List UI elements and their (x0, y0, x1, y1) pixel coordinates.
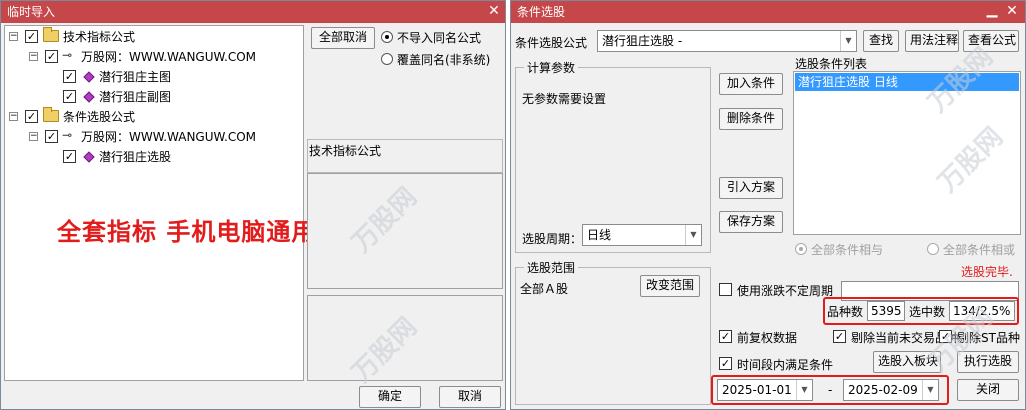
range-group: 选股范围 全部Ａ股 改变范围 (515, 259, 711, 405)
remove-condition-button[interactable]: 删除条件 (719, 108, 783, 130)
condition-dialog-titlebar: 条件选股 (511, 1, 1025, 23)
tech-group-label[interactable]: 技术指标公式 (63, 28, 135, 45)
range-title: 选股范围 (524, 259, 579, 276)
use-period-label[interactable]: 使用涨跌不定周期 (737, 282, 833, 299)
overwrite-label[interactable]: 覆盖同名(非系统) (397, 51, 490, 68)
deselect-all-button[interactable]: 全部取消 (311, 27, 375, 49)
calc-params-group: 计算参数 无参数需要设置 选股周期： 日线 ▼ (515, 59, 711, 253)
formula-icon (83, 71, 95, 83)
time-range-checkbox[interactable]: ✓ (719, 357, 732, 370)
period-select-value: 日线 (587, 228, 612, 242)
cond-item-1-label[interactable]: 潜行狙庄选股 (99, 148, 171, 165)
date-to-value: 2025-02-09 (848, 383, 918, 397)
use-period-checkbox[interactable] (719, 283, 732, 296)
date-from-value: 2025-01-01 (722, 383, 792, 397)
tech-item-2-checkbox[interactable]: ✓ (63, 90, 76, 103)
no-params-text: 无参数需要设置 (522, 92, 607, 106)
expander-icon[interactable]: − (9, 112, 18, 121)
formula-tree[interactable]: − ✓ 技术指标公式 − ✓ ⊸ 万股网：WWW.WANGUW.COM ✓ 潜行… (4, 25, 315, 381)
range-value: 全部Ａ股 (520, 282, 569, 296)
period-label: 选股周期： (522, 232, 583, 246)
expander-icon[interactable]: − (9, 32, 18, 41)
formula-info-box: 技术指标公式 (307, 139, 503, 173)
time-range-label[interactable]: 时间段内满足条件 (737, 356, 833, 373)
close-button[interactable]: 关闭 (957, 379, 1019, 401)
tech-item-2-label[interactable]: 潜行狙庄副图 (99, 88, 171, 105)
import-plan-button[interactable]: 引入方案 (719, 177, 783, 199)
formula-info-label: 技术指标公式 (309, 144, 382, 158)
tech-source-checkbox[interactable]: ✓ (45, 50, 58, 63)
formula-icon (83, 91, 95, 103)
count-value: 5395 (867, 301, 905, 321)
date-separator: - (828, 383, 833, 397)
selected-label: 选中数 (909, 305, 946, 319)
promo-text: 全套指标 手机电脑通用 (57, 218, 317, 246)
date-to-picker[interactable]: 2025-02-09 ▼ (843, 379, 939, 401)
key-icon: ⊸ (62, 48, 73, 62)
formula-label: 条件选股公式 (515, 36, 588, 50)
minimize-icon[interactable]: ▁ (983, 1, 1001, 23)
all-and-radio[interactable] (795, 243, 807, 255)
tech-source-label[interactable]: 万股网：WWW.WANGUW.COM (81, 48, 256, 65)
change-range-button[interactable]: 改变范围 (640, 275, 700, 297)
expander-icon[interactable]: − (29, 52, 38, 61)
formula-icon (83, 151, 95, 163)
all-and-label[interactable]: 全部条件相与 (811, 241, 883, 258)
key-icon: ⊸ (62, 128, 73, 142)
formula-select-value: 潜行狙庄选股 - (602, 34, 683, 48)
formula-select[interactable]: 潜行狙庄选股 - ▼ (597, 30, 857, 52)
folder-icon (43, 107, 59, 122)
chevron-down-icon[interactable]: ▼ (922, 380, 938, 400)
usage-note-button[interactable]: 用法注释 (905, 30, 959, 52)
condition-list-title: 选股条件列表 (795, 57, 868, 71)
save-plan-button[interactable]: 保存方案 (719, 211, 783, 233)
all-or-radio[interactable] (927, 243, 939, 255)
condition-list-item-label: 潜行狙庄选股 日线 (798, 75, 898, 89)
import-dialog-title: 临时导入 (7, 5, 56, 19)
import-dialog-titlebar: 临时导入 (1, 1, 505, 23)
expander-icon[interactable]: − (29, 132, 38, 141)
add-condition-button[interactable]: 加入条件 (719, 73, 783, 95)
close-icon[interactable]: ✕ (1003, 1, 1021, 23)
import-dialog: 临时导入 ✕ − ✓ 技术指标公式 − ✓ ⊸ 万股网：WWW.WANGUW.C… (0, 0, 506, 410)
folder-icon (43, 27, 59, 42)
pre-adjust-label[interactable]: 前复权数据 (737, 329, 797, 346)
count-label: 品种数 (827, 305, 864, 319)
cond-source-label[interactable]: 万股网：WWW.WANGUW.COM (81, 128, 256, 145)
chevron-down-icon[interactable]: ▼ (840, 31, 856, 51)
chevron-down-icon[interactable]: ▼ (796, 380, 812, 400)
status-text: 选股完毕. (961, 265, 1013, 279)
calc-params-title: 计算参数 (524, 59, 579, 76)
cancel-button[interactable]: 取消 (439, 386, 501, 408)
condition-dialog-title: 条件选股 (517, 5, 566, 19)
no-import-label[interactable]: 不导入同名公式 (397, 29, 481, 46)
chevron-down-icon[interactable]: ▼ (685, 225, 701, 245)
no-import-radio[interactable] (381, 31, 393, 43)
tech-group-checkbox[interactable]: ✓ (25, 30, 38, 43)
find-button[interactable]: 查找 (863, 30, 899, 52)
pre-adjust-checkbox[interactable]: ✓ (719, 330, 732, 343)
tech-item-1-checkbox[interactable]: ✓ (63, 70, 76, 83)
close-icon[interactable]: ✕ (485, 1, 503, 23)
exclude-untraded-checkbox[interactable]: ✓ (833, 330, 846, 343)
period-select[interactable]: 日线 ▼ (582, 224, 702, 246)
overwrite-radio[interactable] (381, 53, 393, 65)
cond-group-checkbox[interactable]: ✓ (25, 110, 38, 123)
cond-group-label[interactable]: 条件选股公式 (63, 108, 135, 125)
tech-item-1-label[interactable]: 潜行狙庄主图 (99, 68, 171, 85)
date-from-picker[interactable]: 2025-01-01 ▼ (717, 379, 813, 401)
cond-item-1-checkbox[interactable]: ✓ (63, 150, 76, 163)
all-or-label[interactable]: 全部条件相或 (943, 241, 1015, 258)
cond-source-checkbox[interactable]: ✓ (45, 130, 58, 143)
